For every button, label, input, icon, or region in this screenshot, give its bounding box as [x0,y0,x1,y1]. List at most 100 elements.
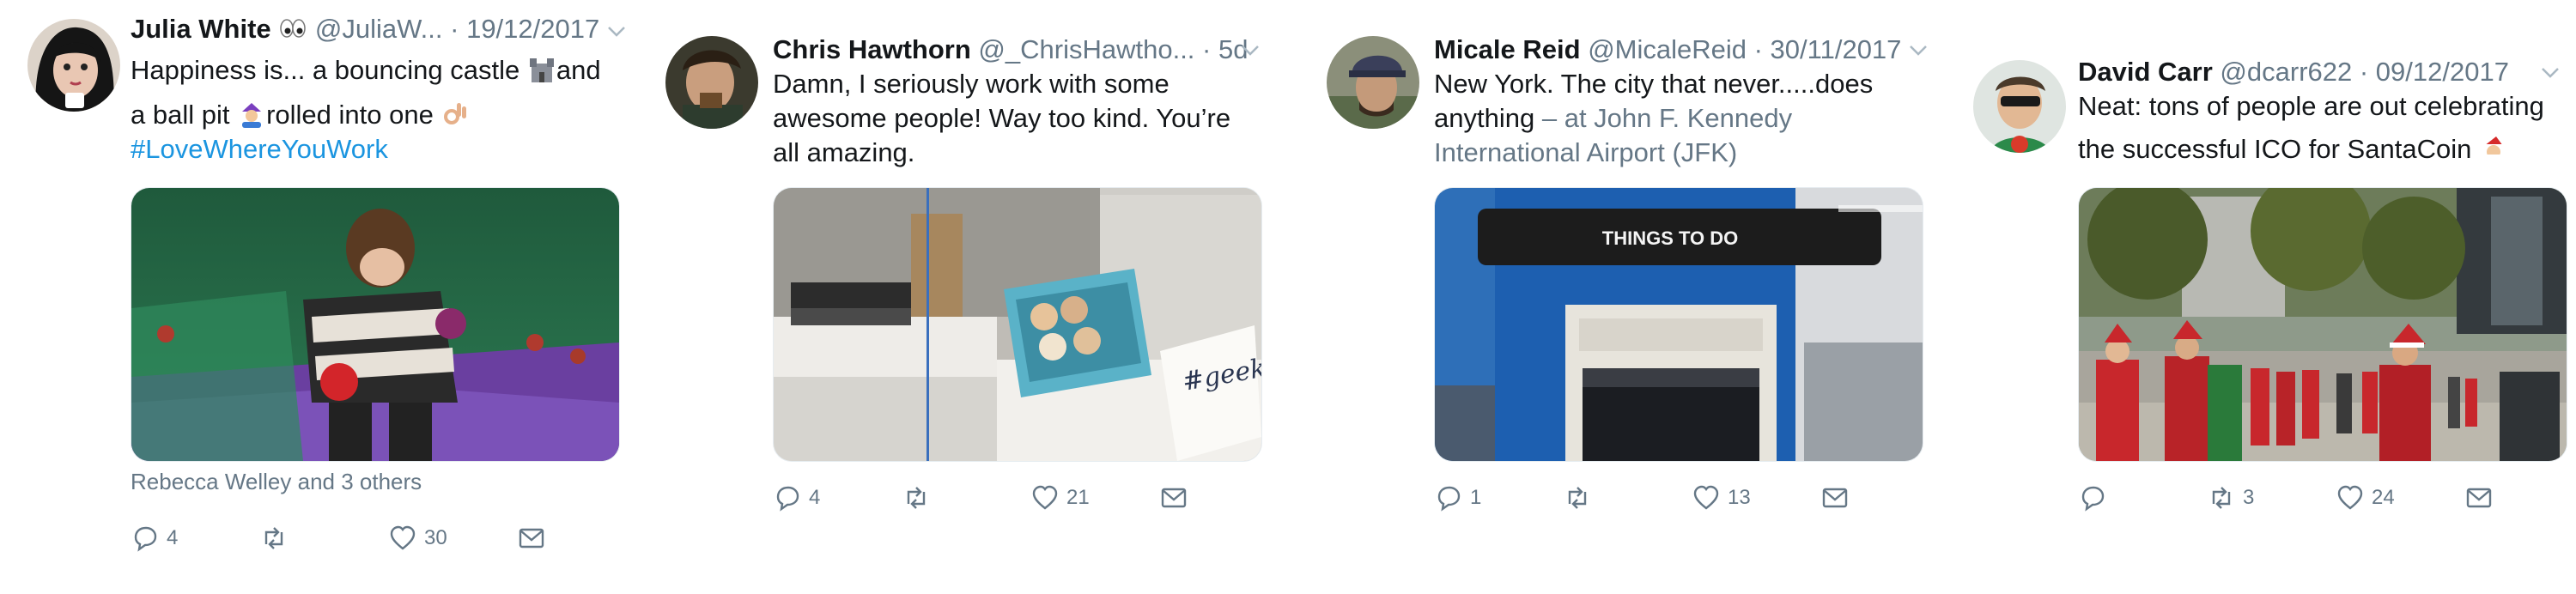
tweet-header: Micale Reid @MicaleReid · 30/11/2017 [1434,33,1901,67]
tweet-date[interactable]: · 19/12/2017 [450,14,599,44]
retweet-button[interactable] [1563,481,1599,515]
tweet-card: Micale Reid @MicaleReid · 30/11/2017 New… [1305,0,1958,594]
tweet-line: Neat: tons of people are out celebrating [2078,91,2544,121]
tweet-date[interactable]: · 30/11/2017 [1754,34,1902,64]
like-button[interactable]: 30 [388,521,447,555]
like-button[interactable]: 21 [1030,481,1090,515]
retweet-button[interactable] [259,521,295,555]
tweet-photo[interactable] [131,187,620,462]
genie-emoji-icon [237,100,266,130]
chevron-down-icon[interactable] [1238,38,1262,62]
avatar[interactable] [27,19,120,112]
tweet-actions: 1 13 [1434,481,1880,515]
tweet-line: awesome people! Way too kind. You’re [773,103,1231,133]
tweet-card: Chris Hawthorn @_ChrisHawtho... · 5d Dam… [653,0,1305,594]
like-count: 13 [1728,486,1751,509]
envelope-icon [1822,488,1848,508]
chevron-down-icon[interactable] [2538,60,2562,84]
tweet-header: Julia White @JuliaW... · 19/12/2017 [131,12,599,46]
heart-icon [2337,485,2363,510]
tweet-line: Damn, I seriously work with some [773,69,1170,99]
tweet-text: Happiness is... a bouncing castle and a … [131,53,646,167]
heart-icon [1693,485,1719,510]
author-name[interactable]: David Carr [2078,57,2213,87]
avatar[interactable] [1973,60,2066,153]
retweet-button[interactable] [902,481,938,515]
heart-icon [1032,485,1058,510]
direct-message-button[interactable] [1820,481,1856,515]
tweet-header: David Carr @dcarr622 · 09/12/2017 [2078,55,2509,89]
tweet-actions: 3 24 [2078,481,2524,515]
tweet-line: the successful ICO for SantaCoin [2078,134,2472,164]
reply-icon [134,526,157,552]
tweet-line: rolled into one [266,100,434,130]
author-handle[interactable]: @_ChrisHawtho... [978,34,1194,64]
tweet-line: all amazing. [773,137,915,167]
retweet-button[interactable]: 3 [2207,481,2254,515]
envelope-icon [2466,488,2492,508]
direct-message-button[interactable] [517,521,553,555]
avatar[interactable] [665,36,758,129]
tweet-line: anything [1434,103,1535,133]
tweet-date[interactable]: · 09/12/2017 [2360,57,2509,87]
tweet-card: David Carr @dcarr622 · 09/12/2017 Neat: … [1958,0,2576,594]
author-name[interactable]: Chris Hawthorn [773,34,971,64]
hashtag-link[interactable]: #LoveWhereYouWork [131,132,646,167]
tweet-line: a ball pit [131,100,230,130]
tweet-card: Julia White @JuliaW... · 19/12/2017 Happ… [0,0,653,594]
kiosk-sign-text: THINGS TO DO [1602,227,1739,249]
tweet-actions: 4 21 [773,481,1219,515]
author-name[interactable]: Micale Reid [1434,34,1581,64]
retweet-icon [2212,487,2231,509]
like-button[interactable]: 13 [1692,481,1751,515]
reply-icon [776,486,799,512]
reply-button[interactable]: 4 [131,521,178,555]
envelope-icon [1161,488,1187,508]
tweet-text: Damn, I seriously work with some awesome… [773,67,1288,170]
santa-emoji-icon [2479,134,2508,164]
tweet-photo[interactable] [2078,187,2567,462]
retweet-icon [1568,487,1587,509]
avatar[interactable] [1327,36,1419,129]
tweet-line: New York. The city that never.....does [1434,69,1874,99]
tweet-text: Neat: tons of people are out celebrating… [2078,89,2576,167]
heart-icon [390,525,416,550]
tweet-line: Happiness is... a bouncing castle [131,55,520,85]
reply-count: 4 [167,526,179,549]
location-link[interactable]: – at John F. Kennedy [1542,103,1792,133]
author-handle[interactable]: @JuliaW... [315,14,443,44]
tweet-actions: 4 30 [131,521,577,555]
reply-icon [2081,486,2105,512]
reply-button[interactable] [2078,481,2114,515]
ok-hand-emoji-icon [440,100,470,130]
retweet-count: 3 [2243,486,2255,509]
author-handle[interactable]: @MicaleReid [1588,34,1747,64]
like-count: 21 [1066,486,1090,509]
chevron-down-icon[interactable] [1906,38,1930,62]
reply-button[interactable]: 4 [773,481,820,515]
tweet-header: Chris Hawthorn @_ChrisHawtho... · 5d [773,33,1248,67]
castle-emoji-icon [527,55,556,85]
direct-message-button[interactable] [1159,481,1195,515]
reply-button[interactable]: 1 [1434,481,1481,515]
tweet-line: and [556,55,601,85]
tweet-text: New York. The city that never.....does a… [1434,67,1949,170]
author-name[interactable]: Julia White [131,14,271,44]
reply-icon [1437,486,1461,512]
like-button[interactable]: 24 [2336,481,2395,515]
tweet-photo[interactable]: #geek [773,187,1262,462]
liked-by-context[interactable]: Rebecca Welley and 3 others [131,469,422,495]
reply-count: 4 [809,486,821,509]
like-count: 30 [424,526,447,549]
tweet-photo[interactable]: THINGS TO DO [1434,187,1923,462]
retweet-icon [264,527,283,549]
like-count: 24 [2372,486,2395,509]
author-handle[interactable]: @dcarr622 [2220,57,2352,87]
eyes-emoji-icon [278,14,315,44]
location-link[interactable]: International Airport (JFK) [1434,136,1949,170]
direct-message-button[interactable] [2464,481,2500,515]
retweet-icon [907,487,926,509]
chevron-down-icon[interactable] [605,19,629,43]
reply-count: 1 [1470,486,1482,509]
envelope-icon [519,528,544,549]
